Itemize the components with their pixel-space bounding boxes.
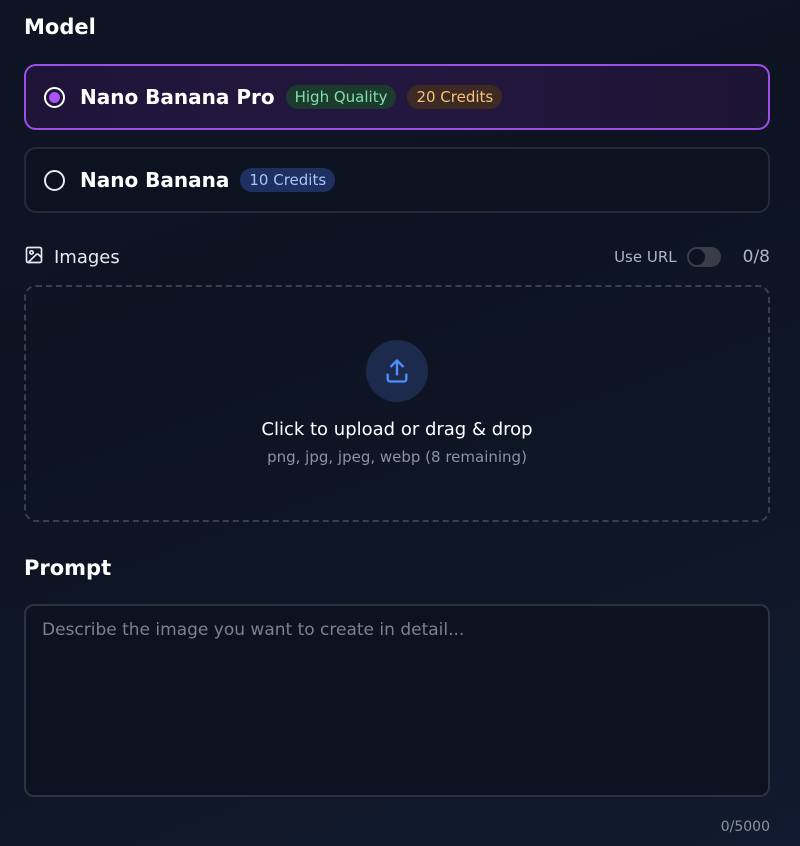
model-name: Nano Banana bbox=[80, 168, 230, 192]
images-header: Images Use URL 0/8 bbox=[24, 244, 770, 270]
upload-dropzone[interactable]: Click to upload or drag & drop png, jpg,… bbox=[24, 285, 770, 522]
use-url-toggle[interactable] bbox=[686, 247, 721, 267]
radio-unselected[interactable] bbox=[44, 169, 65, 191]
upload-title: Click to upload or drag & drop bbox=[261, 419, 533, 440]
image-count: 0/8 bbox=[742, 247, 770, 267]
model-option-nano-banana-pro[interactable]: Nano Banana Pro High Quality 20 Credits bbox=[24, 64, 770, 130]
radio-selected[interactable] bbox=[44, 86, 65, 108]
image-icon bbox=[24, 245, 44, 269]
prompt-input[interactable] bbox=[24, 604, 770, 797]
credits-badge: 20 Credits bbox=[407, 85, 503, 109]
char-count: 0/5000 bbox=[720, 819, 770, 835]
credits-badge: 10 Credits bbox=[240, 168, 336, 192]
model-name: Nano Banana Pro bbox=[80, 85, 275, 109]
use-url-label: Use URL bbox=[614, 248, 677, 266]
images-label: Images bbox=[54, 246, 120, 268]
radio-dot bbox=[49, 91, 60, 103]
model-option-nano-banana[interactable]: Nano Banana 10 Credits bbox=[24, 147, 770, 213]
model-section-title: Model bbox=[24, 15, 96, 39]
upload-subtitle: png, jpg, jpeg, webp (8 remaining) bbox=[267, 448, 527, 466]
prompt-section-title: Prompt bbox=[24, 556, 112, 580]
quality-badge: High Quality bbox=[285, 85, 397, 109]
toggle-knob bbox=[688, 249, 705, 265]
upload-icon bbox=[366, 340, 428, 402]
